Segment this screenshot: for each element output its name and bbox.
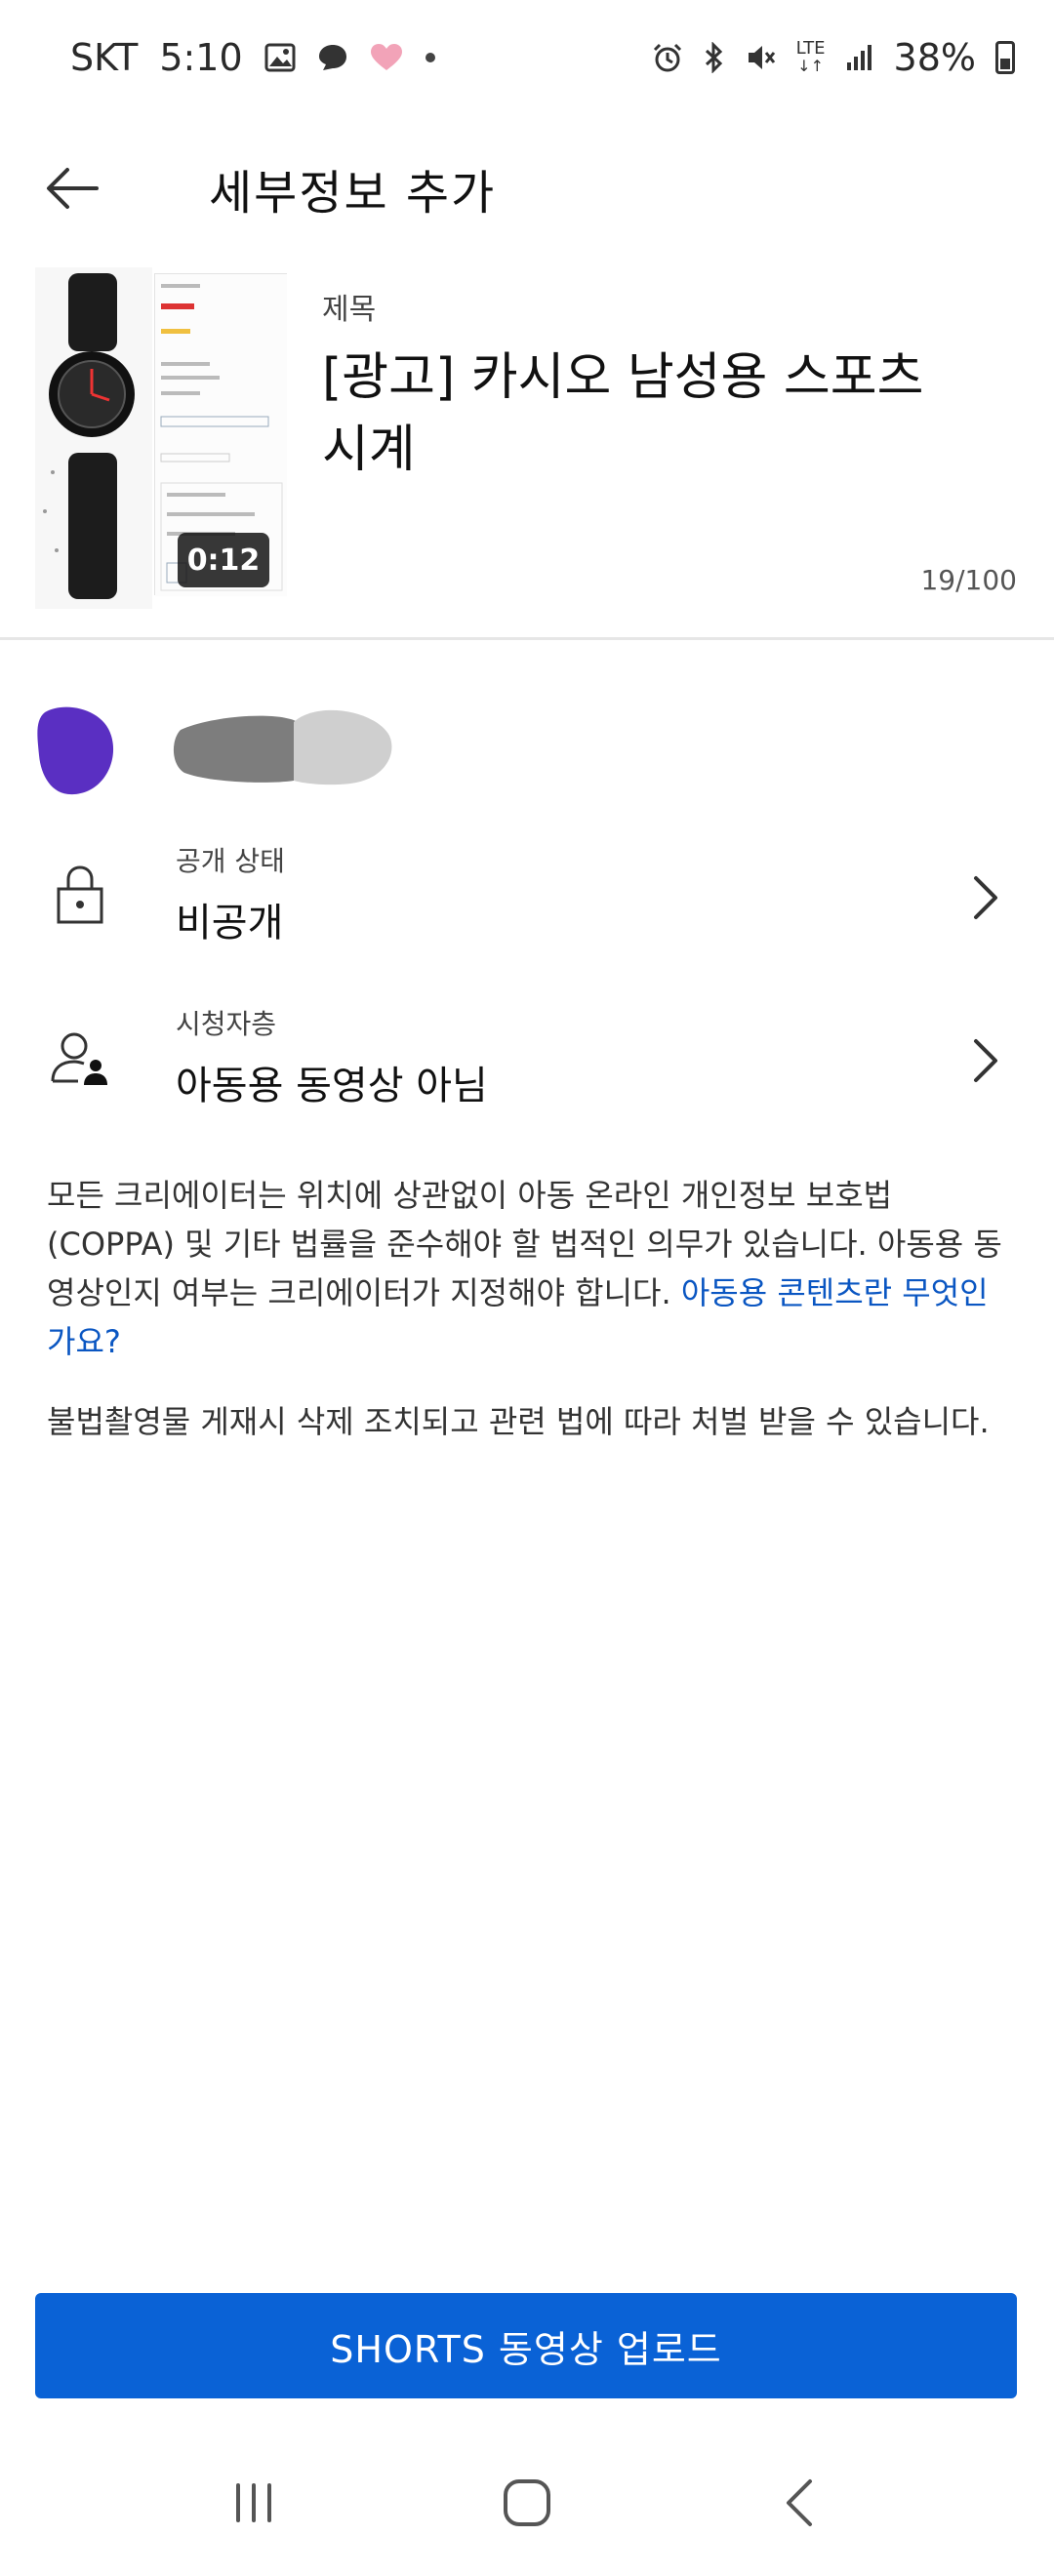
watch-image xyxy=(35,267,152,609)
clock: 5:10 xyxy=(159,36,243,79)
arrow-left-icon xyxy=(47,168,99,209)
video-details: 0:12 제목 [광고] 카시오 남성용 스포츠 시계 19/100 xyxy=(0,262,1054,637)
recent-apps-button[interactable] xyxy=(215,2464,293,2542)
status-left: SKT 5:10 xyxy=(70,36,436,79)
upload-shorts-button[interactable]: SHORTS 동영상 업로드 xyxy=(35,2293,1017,2398)
chevron-right-icon xyxy=(966,873,1005,922)
title-label: 제목 xyxy=(322,293,377,327)
chevron-left-icon xyxy=(787,2479,812,2526)
lte-label: LTE xyxy=(795,38,826,59)
signal-icon xyxy=(845,43,874,72)
character-counter: 19/100 xyxy=(920,564,1017,596)
status-right: LTE ↓↑ 38% xyxy=(652,36,1015,79)
lte-icon: LTE ↓↑ xyxy=(796,40,826,75)
home-icon xyxy=(504,2479,550,2526)
app-bar: 세부정보 추가 xyxy=(0,115,1054,262)
channel-name-redacted xyxy=(171,701,395,798)
audience-icon xyxy=(49,1026,111,1089)
system-nav-bar xyxy=(0,2430,1054,2576)
audience-value: 아동용 동영상 아님 xyxy=(176,1064,488,1108)
recent-apps-icon xyxy=(236,2483,271,2522)
back-button[interactable] xyxy=(0,115,146,262)
home-button[interactable] xyxy=(488,2464,566,2542)
battery-icon xyxy=(995,41,1015,74)
visibility-setting[interactable]: 공개 상태 비공개 xyxy=(0,825,1054,981)
video-thumbnail[interactable]: 0:12 xyxy=(35,267,287,609)
data-arrows-icon: ↓↑ xyxy=(797,57,824,75)
status-bar: SKT 5:10 LTE ↓↑ 38% xyxy=(0,0,1054,115)
nav-back-button[interactable] xyxy=(761,2464,839,2542)
alarm-icon xyxy=(652,42,683,73)
battery-percent: 38% xyxy=(893,36,976,79)
legal-notice: 불법촬영물 게재시 삭제 조치되고 관련 법에 따라 처벌 받을 수 있습니다. xyxy=(47,1403,990,1440)
duration-badge: 0:12 xyxy=(178,533,269,587)
chevron-right-icon xyxy=(966,1036,1005,1085)
heart-icon xyxy=(370,43,403,72)
dot-icon xyxy=(425,52,436,63)
bluetooth-icon xyxy=(703,42,726,73)
lock-icon xyxy=(49,864,111,926)
chat-icon xyxy=(317,43,348,72)
visibility-value: 비공개 xyxy=(176,901,284,946)
channel-row xyxy=(0,683,1054,810)
audience-setting[interactable]: 시청자층 아동용 동영상 아님 xyxy=(0,987,1054,1144)
divider xyxy=(0,637,1054,640)
gallery-icon xyxy=(264,43,296,72)
page-title: 세부정보 추가 xyxy=(209,166,497,221)
title-input[interactable]: [광고] 카시오 남성용 스포츠 시계 xyxy=(322,342,986,486)
avatar xyxy=(35,703,119,796)
carrier-label: SKT xyxy=(70,36,139,79)
visibility-label: 공개 상태 xyxy=(176,845,285,877)
coppa-info: 모든 크리에이터는 위치에 상관없이 아동 온라인 개인정보 보호법(COPPA… xyxy=(47,1171,1013,1366)
mute-icon xyxy=(746,42,777,73)
audience-label: 시청자층 xyxy=(176,1008,277,1040)
